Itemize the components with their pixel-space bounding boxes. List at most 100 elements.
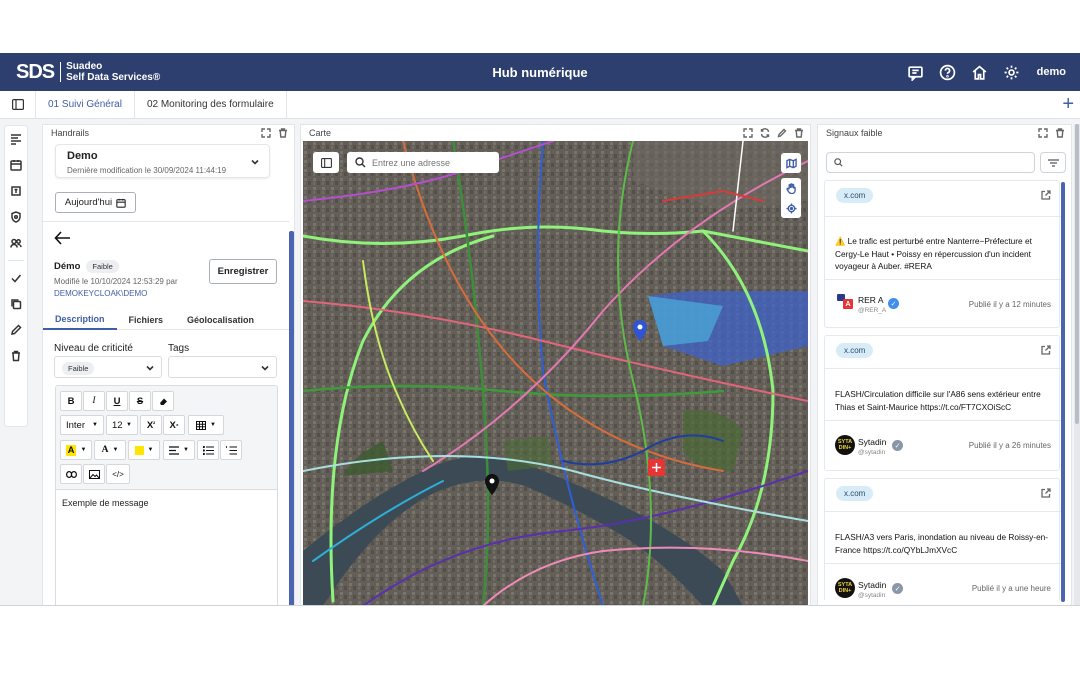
code-view-button[interactable]: </> (106, 464, 130, 484)
background-color-button[interactable]: ▼ (128, 440, 160, 460)
pencil-icon[interactable] (777, 128, 787, 138)
text-frame-tool[interactable] (5, 178, 27, 204)
modified-by-link[interactable]: DEMOKEYCLOAK\DEMO (54, 289, 147, 298)
signals-search-input[interactable] (826, 152, 1035, 173)
caret-down-icon: ▼ (183, 447, 189, 453)
delete-tool[interactable] (5, 343, 27, 369)
check-tool[interactable] (5, 265, 27, 291)
signal-card[interactable]: x.com FLASH/A3 vers Paris, inondation au… (824, 478, 1061, 600)
chat-icon[interactable] (907, 64, 924, 81)
help-icon[interactable] (939, 64, 956, 81)
editor-toolbar: B I U S Inter ▼ 12 ▼ X² X₂ ▼ A ▼ A ▼ ▼ ▼ </> (56, 386, 277, 490)
calendar-tool[interactable] (5, 152, 27, 178)
edit-tool[interactable] (5, 317, 27, 343)
italic-button[interactable]: I (83, 391, 105, 411)
numbered-list-icon (225, 445, 237, 455)
handrail-selector[interactable]: Demo Dernière modification le 30/09/2024… (55, 144, 270, 178)
published-time: Publié il y a 12 minutes (968, 300, 1051, 309)
list-tool[interactable] (5, 126, 27, 152)
expand-icon[interactable] (743, 128, 753, 138)
tab-fichiers[interactable]: Fichiers (117, 310, 176, 330)
expand-icon[interactable] (261, 128, 271, 138)
avatar: A (835, 293, 855, 313)
locate-button[interactable] (781, 198, 801, 218)
signal-card[interactable]: x.com FLASH/Circulation difficile sur l'… (824, 335, 1061, 471)
app-window: SDS Suadeo Self Data Services® Hub numér… (0, 53, 1080, 606)
panel-title-handrails: Handrails (51, 128, 90, 138)
refresh-icon[interactable] (760, 128, 770, 138)
external-link-icon[interactable] (1041, 488, 1051, 498)
logo[interactable]: SDS Suadeo Self Data Services® (16, 61, 160, 83)
map-layers-button[interactable] (781, 153, 801, 173)
trash-icon[interactable] (1055, 128, 1065, 138)
map-address-search[interactable] (347, 152, 499, 173)
tab-description[interactable]: Description (43, 310, 117, 330)
underline-button[interactable]: U (106, 391, 128, 411)
satellite-map (303, 141, 808, 605)
page-scrollbar-thumb[interactable] (1075, 124, 1079, 424)
settings-icon[interactable] (1003, 64, 1020, 81)
map-alert-marker-icon[interactable] (648, 459, 665, 476)
tab-monitoring[interactable]: 02 Monitoring des formulaire (135, 90, 287, 119)
bold-button[interactable]: B (60, 391, 82, 411)
align-button[interactable]: ▼ (163, 440, 195, 460)
item-title: Démo (54, 261, 81, 272)
tab-geolocalisation[interactable]: Géolocalisation (175, 310, 266, 330)
panel-scrollbar[interactable] (289, 231, 294, 605)
users-tool[interactable] (5, 230, 27, 256)
map-canvas[interactable] (303, 141, 808, 605)
bullet-list-button[interactable] (197, 440, 219, 460)
text-color-button[interactable]: A ▼ (60, 440, 92, 460)
today-button[interactable]: Aujourd'hui (55, 192, 136, 213)
editor-content[interactable]: Exemple de message (62, 498, 149, 508)
external-link-icon[interactable] (1041, 345, 1051, 355)
font-family-select[interactable]: Inter ▼ (60, 415, 104, 435)
expand-icon[interactable] (1038, 128, 1048, 138)
strikethrough-button[interactable]: S (129, 391, 151, 411)
tags-select[interactable] (168, 356, 277, 378)
pan-tool-button[interactable] (781, 178, 801, 198)
subscript-button[interactable]: X₂ (163, 415, 185, 435)
user-menu[interactable]: demo (1037, 66, 1066, 78)
numbered-list-button[interactable] (220, 440, 242, 460)
criticity-value: Faible (62, 362, 95, 375)
link-button[interactable] (60, 464, 82, 484)
font-size-value: 12 (112, 419, 123, 431)
page-scrollbar-track[interactable] (1074, 124, 1080, 605)
signals-feed: x.com ⚠️ Le trafic est perturbé entre Na… (824, 180, 1062, 600)
trash-icon[interactable] (794, 128, 804, 138)
shield-tool[interactable] (5, 204, 27, 230)
home-icon[interactable] (971, 64, 988, 81)
caret-down-icon: ▼ (112, 447, 119, 453)
address-input[interactable] (372, 157, 492, 168)
superscript-button[interactable]: X² (140, 415, 162, 435)
font-size-select[interactable]: 12 ▼ (106, 415, 138, 435)
table-button[interactable]: ▼ (188, 415, 224, 435)
criticity-select[interactable]: Faible (54, 356, 162, 378)
tab-suivi-general[interactable]: 01 Suivi Général (36, 90, 135, 119)
highlight-a-icon: A (65, 444, 77, 456)
account-handle: @sytadin (858, 449, 886, 456)
account-handle: @RER_A (858, 307, 887, 314)
save-button[interactable]: Enregistrer (209, 259, 277, 284)
map-sidebar-toggle-button[interactable] (313, 152, 339, 173)
sidebar-toggle-button[interactable] (0, 90, 36, 119)
external-link-icon[interactable] (1041, 190, 1051, 200)
filter-icon (1047, 158, 1059, 167)
shield-icon (11, 211, 21, 223)
tags-label: Tags (168, 343, 190, 354)
filter-button[interactable] (1040, 152, 1066, 173)
trash-icon[interactable] (278, 128, 288, 138)
image-button[interactable] (83, 464, 105, 484)
panel-title-carte: Carte (309, 128, 332, 138)
back-arrow-icon[interactable] (54, 231, 71, 245)
font-color-button[interactable]: A ▼ (94, 440, 126, 460)
signal-card[interactable]: x.com ⚠️ Le trafic est perturbé entre Na… (824, 180, 1061, 328)
selector-subtitle: Dernière modification le 30/09/2024 11:4… (67, 166, 227, 175)
add-tab-button[interactable]: + (1062, 94, 1074, 114)
feed-scrollbar[interactable] (1061, 182, 1065, 602)
caret-down-icon: ▼ (126, 422, 132, 428)
panel-title-signaux: Signaux faible (826, 128, 883, 138)
copy-tool[interactable] (5, 291, 27, 317)
eraser-button[interactable] (152, 391, 174, 411)
